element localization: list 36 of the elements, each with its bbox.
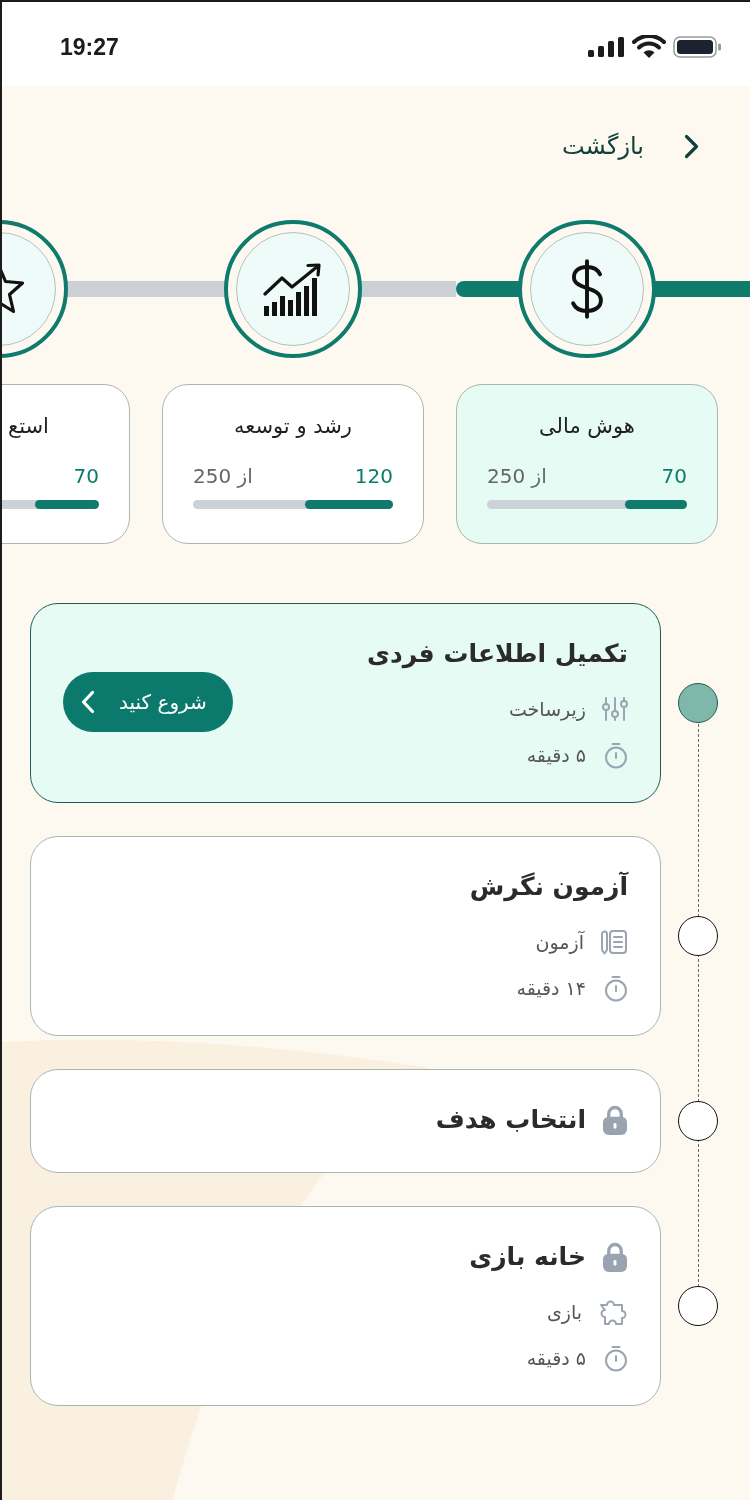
task-type: بازی xyxy=(546,1299,582,1326)
sliders-icon xyxy=(602,696,628,722)
score-total: از 250 xyxy=(487,463,547,490)
back-button[interactable]: بازگشت xyxy=(562,128,699,164)
task-type: زیرساخت xyxy=(508,696,586,723)
status-time: 19:27 xyxy=(60,32,119,62)
puzzle-icon xyxy=(598,1298,628,1326)
chevron-icon xyxy=(81,690,95,714)
task-title: خانه بازی xyxy=(469,1241,586,1274)
score-value: 70 xyxy=(661,463,687,490)
task-title: تکمیل اطلاعات فردی xyxy=(367,638,628,671)
score-total: از 250 xyxy=(193,463,253,490)
timer-icon xyxy=(604,741,628,769)
task-duration: ۱۴ دقیقه xyxy=(516,975,586,1001)
task-duration: ۵ دقیقه xyxy=(526,1345,586,1371)
category-title: هوش مالی xyxy=(539,413,635,440)
task-title: آزمون نگرش xyxy=(469,870,628,904)
score-value: 120 xyxy=(354,463,393,490)
chevron-icon xyxy=(684,133,699,159)
task-card[interactable]: آزمون نگرش آزمون ۱۴ دقیقه xyxy=(30,836,661,1036)
task-card[interactable]: خانه بازی بازی ۵ دقیقه xyxy=(30,1206,661,1406)
start-button[interactable]: شروع کنید xyxy=(63,672,233,732)
task-duration: ۵ دقیقه xyxy=(526,742,586,768)
task-card[interactable]: انتخاب هدف xyxy=(30,1069,661,1173)
category-title: رشد و توسعه xyxy=(234,413,352,440)
battery-icon xyxy=(673,36,722,58)
score-value: 70 xyxy=(73,463,99,490)
signal-icon xyxy=(588,37,625,57)
wifi-icon xyxy=(632,35,666,59)
timer-icon xyxy=(604,974,628,1002)
timer-icon xyxy=(604,1344,628,1372)
category-title: استع xyxy=(8,413,49,440)
document-icon xyxy=(600,929,628,955)
task-type: آزمون xyxy=(535,929,584,956)
task-card[interactable]: تکمیل اطلاعات فردی زیرساخت ۵ دقیقه شروع کنید xyxy=(30,603,661,803)
task-title: انتخاب هدف xyxy=(435,1104,586,1137)
